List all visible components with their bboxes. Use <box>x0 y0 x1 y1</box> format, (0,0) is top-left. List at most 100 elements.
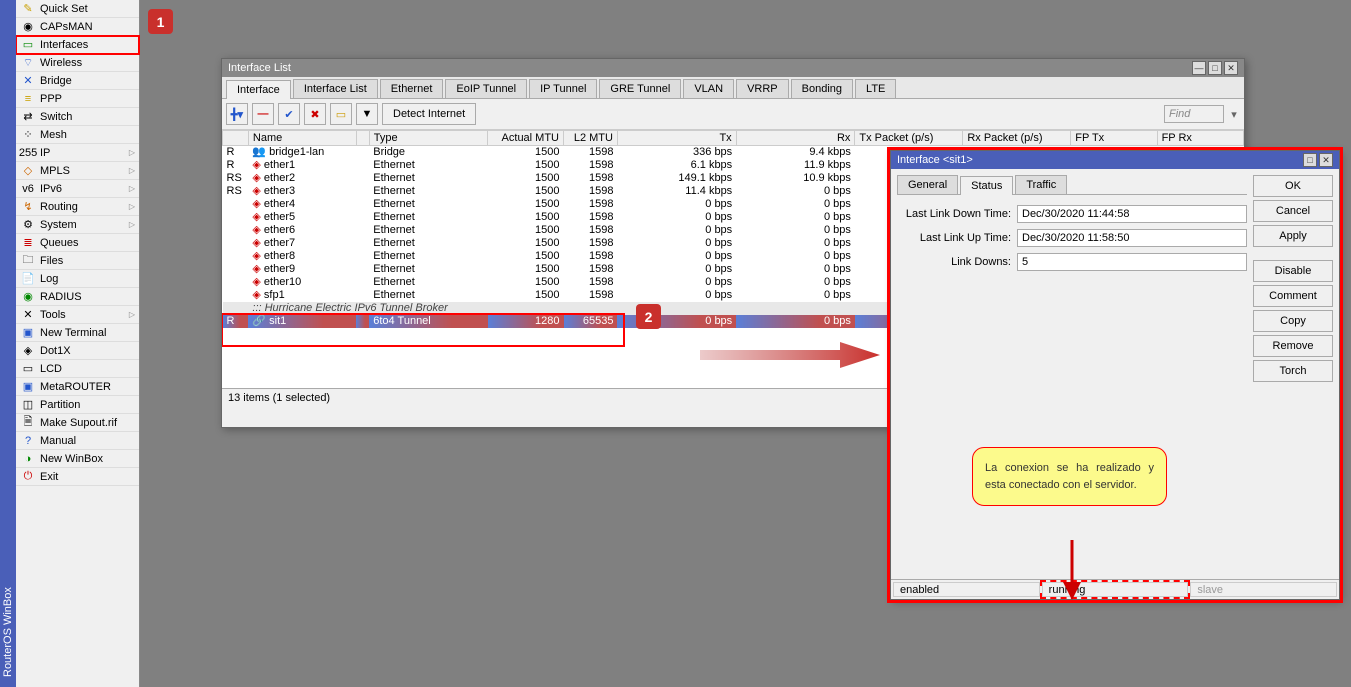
col-header[interactable] <box>356 131 369 146</box>
sidebar-item-interfaces[interactable]: ▭ Interfaces <box>16 36 139 54</box>
close-button[interactable]: ✕ <box>1224 61 1238 75</box>
sidebar-item-bridge[interactable]: ✕ Bridge <box>16 72 139 90</box>
cancel-button[interactable]: Cancel <box>1253 200 1333 222</box>
torch-button[interactable]: Torch <box>1253 360 1333 382</box>
col-header[interactable] <box>223 131 249 146</box>
tab-vrrp[interactable]: VRRP <box>736 79 789 98</box>
tab-ip-tunnel[interactable]: IP Tunnel <box>529 79 597 98</box>
col-header[interactable]: Actual MTU <box>488 131 564 146</box>
tab-eoip-tunnel[interactable]: EoIP Tunnel <box>445 79 527 98</box>
sidebar-item-ip[interactable]: 255 IP ▷ <box>16 144 139 162</box>
col-header[interactable]: Rx Packet (p/s) <box>963 131 1071 146</box>
detect-internet-button[interactable]: Detect Internet <box>382 103 476 125</box>
tab-interface-list[interactable]: Interface List <box>293 79 378 98</box>
sidebar-label: Files <box>40 255 135 267</box>
sidebar-item-exit[interactable]: ⏻ Exit <box>16 468 139 486</box>
col-header[interactable]: Name <box>248 131 356 146</box>
filter-button[interactable]: ▼ <box>356 103 378 125</box>
sidebar-item-mesh[interactable]: ⁘ Mesh <box>16 126 139 144</box>
maximize-button[interactable]: □ <box>1208 61 1222 75</box>
ok-button[interactable]: OK <box>1253 175 1333 197</box>
form-value[interactable]: 5 <box>1017 253 1247 271</box>
sidebar-item-files[interactable]: 🗀 Files <box>16 252 139 270</box>
interface-tabs: InterfaceInterface ListEthernetEoIP Tunn… <box>222 77 1244 99</box>
sidebar-item-wireless[interactable]: ⌔ Wireless <box>16 54 139 72</box>
sidebar-icon: 📄 <box>20 273 36 285</box>
col-header[interactable]: L2 MTU <box>564 131 618 146</box>
detail-maximize-button[interactable]: □ <box>1303 153 1317 167</box>
sidebar-label: New Terminal <box>40 327 135 339</box>
remove-button[interactable]: Remove <box>1253 335 1333 357</box>
sidebar-item-routing[interactable]: ↯ Routing ▷ <box>16 198 139 216</box>
add-button[interactable]: ╋▾ <box>226 103 248 125</box>
col-header[interactable]: FP Rx <box>1157 131 1243 146</box>
tab-bonding[interactable]: Bonding <box>791 79 853 98</box>
sidebar-item-new-winbox[interactable]: ◑ New WinBox <box>16 450 139 468</box>
sidebar-item-new-terminal[interactable]: ▣ New Terminal <box>16 324 139 342</box>
sidebar-item-quick-set[interactable]: ✎ Quick Set <box>16 0 139 18</box>
form-row: Last Link Up Time: Dec/30/2020 11:58:50 <box>897 229 1247 247</box>
sidebar-item-queues[interactable]: ≣ Queues <box>16 234 139 252</box>
apply-button[interactable]: Apply <box>1253 225 1333 247</box>
disable-button[interactable]: Disable <box>1253 260 1333 282</box>
sidebar-label: Mesh <box>40 129 135 141</box>
sidebar-label: Tools <box>40 309 129 321</box>
comment-button[interactable]: Comment <box>1253 285 1333 307</box>
disable-button[interactable]: ✖ <box>304 103 326 125</box>
sidebar-item-partition[interactable]: ◫ Partition <box>16 396 139 414</box>
detail-tab-traffic[interactable]: Traffic <box>1015 175 1067 194</box>
annotation-badge-1: 1 <box>148 9 173 34</box>
submenu-arrow-icon: ▷ <box>129 220 135 229</box>
detail-tab-status[interactable]: Status <box>960 176 1013 195</box>
sidebar-item-tools[interactable]: ✕ Tools ▷ <box>16 306 139 324</box>
sidebar-label: Manual <box>40 435 135 447</box>
tab-interface[interactable]: Interface <box>226 80 291 99</box>
tab-gre-tunnel[interactable]: GRE Tunnel <box>599 79 681 98</box>
sidebar-label: Interfaces <box>40 39 135 51</box>
sidebar-icon: ◫ <box>20 399 36 411</box>
sidebar-label: Quick Set <box>40 3 135 15</box>
copy-button[interactable]: Copy <box>1253 310 1333 332</box>
sidebar-item-make-supout-rif[interactable]: 🗎 Make Supout.rif <box>16 414 139 432</box>
sidebar-item-radius[interactable]: ◉ RADIUS <box>16 288 139 306</box>
remove-button[interactable]: — <box>252 103 274 125</box>
form-value[interactable]: Dec/30/2020 11:58:50 <box>1017 229 1247 247</box>
sidebar-item-manual[interactable]: ? Manual <box>16 432 139 450</box>
sidebar-item-switch[interactable]: ⇄ Switch <box>16 108 139 126</box>
sidebar-item-metarouter[interactable]: ▣ MetaROUTER <box>16 378 139 396</box>
tab-ethernet[interactable]: Ethernet <box>380 79 444 98</box>
form-row: Last Link Down Time: Dec/30/2020 11:44:5… <box>897 205 1247 223</box>
form-value[interactable]: Dec/30/2020 11:44:58 <box>1017 205 1247 223</box>
sidebar-icon: ◑ <box>20 453 36 465</box>
sidebar-item-dot1x[interactable]: ◈ Dot1X <box>16 342 139 360</box>
sidebar-icon: ▭ <box>20 39 36 51</box>
sidebar-label: New WinBox <box>40 453 135 465</box>
detail-titlebar[interactable]: Interface <sit1> □ ✕ <box>891 151 1339 169</box>
window-titlebar[interactable]: Interface List — □ ✕ <box>222 59 1244 77</box>
sidebar-item-log[interactable]: 📄 Log <box>16 270 139 288</box>
sidebar-icon: ⏻ <box>20 471 36 483</box>
col-header[interactable]: FP Tx <box>1071 131 1157 146</box>
find-input[interactable]: Find <box>1164 105 1224 123</box>
tab-lte[interactable]: LTE <box>855 79 896 98</box>
enable-button[interactable]: ✔ <box>278 103 300 125</box>
comment-button[interactable]: ▭ <box>330 103 352 125</box>
col-header[interactable]: Tx <box>617 131 736 146</box>
col-header[interactable]: Rx <box>736 131 855 146</box>
sidebar-item-mpls[interactable]: ◇ MPLS ▷ <box>16 162 139 180</box>
sidebar-item-lcd[interactable]: ▭ LCD <box>16 360 139 378</box>
sidebar-item-ipv6[interactable]: v6 IPv6 ▷ <box>16 180 139 198</box>
detail-tab-general[interactable]: General <box>897 175 958 194</box>
sidebar-label: Bridge <box>40 75 135 87</box>
tab-vlan[interactable]: VLAN <box>683 79 734 98</box>
col-header[interactable]: Type <box>369 131 488 146</box>
sidebar-item-capsman[interactable]: ◉ CAPsMAN <box>16 18 139 36</box>
sidebar-icon: ⇄ <box>20 111 36 123</box>
col-header[interactable]: Tx Packet (p/s) <box>855 131 963 146</box>
sidebar-icon: ≣ <box>20 237 36 249</box>
sidebar-item-ppp[interactable]: ≡ PPP <box>16 90 139 108</box>
sidebar-label: RADIUS <box>40 291 135 303</box>
detail-close-button[interactable]: ✕ <box>1319 153 1333 167</box>
minimize-button[interactable]: — <box>1192 61 1206 75</box>
sidebar-item-system[interactable]: ⚙ System ▷ <box>16 216 139 234</box>
